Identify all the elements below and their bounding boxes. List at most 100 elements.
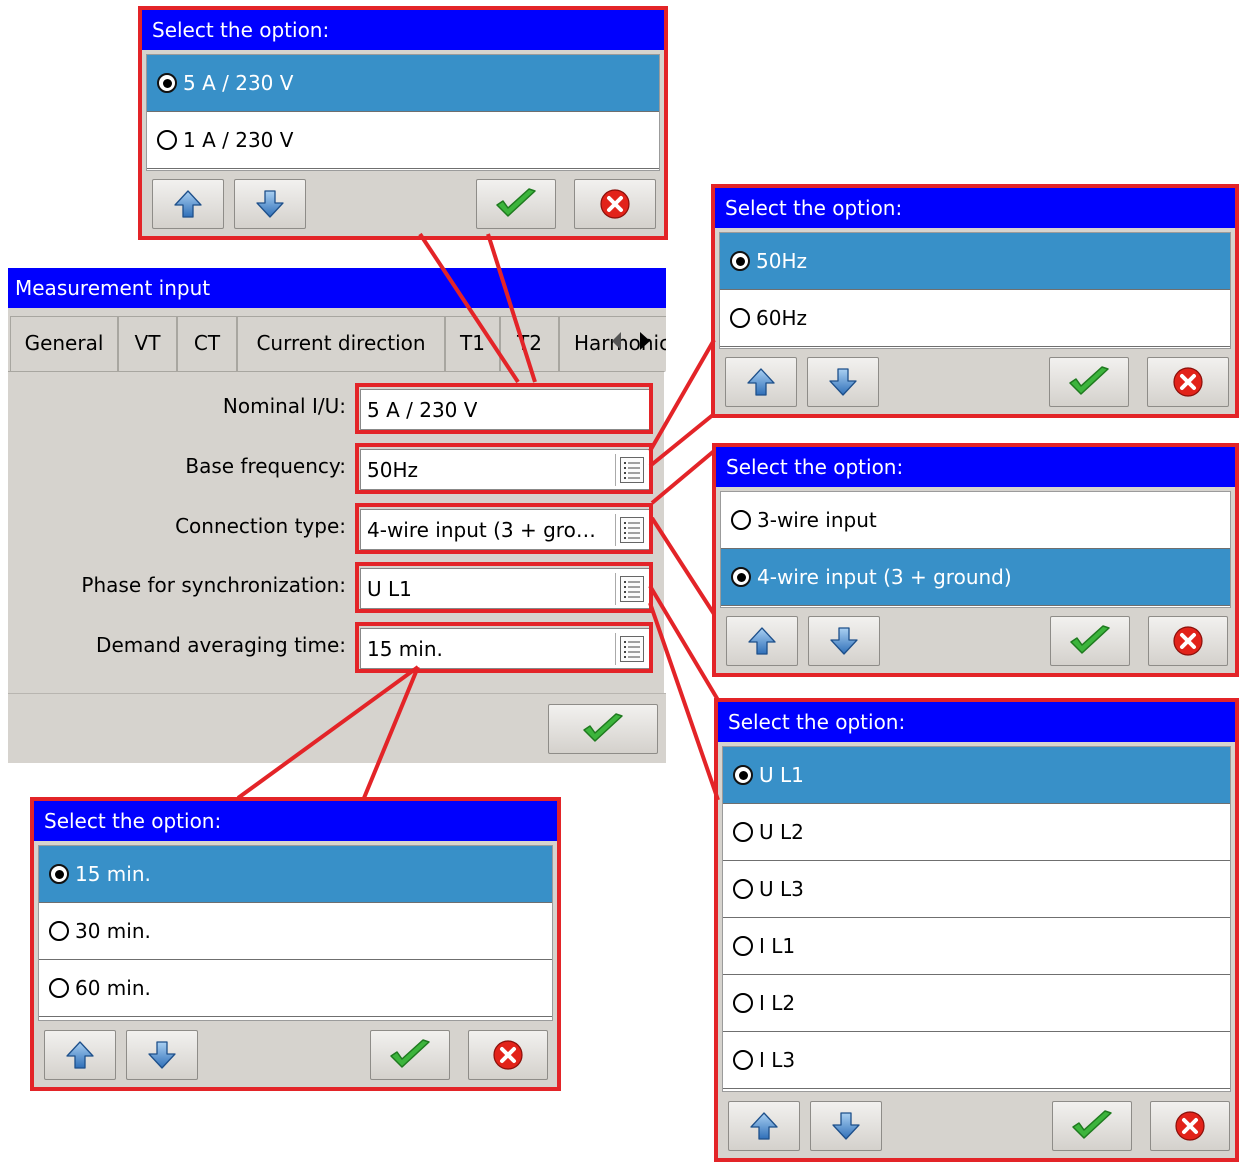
option-label: 60 min. (75, 976, 151, 1000)
option-u-l3[interactable]: U L3 (723, 861, 1230, 918)
phase-highlight (355, 562, 653, 613)
ok-button[interactable] (1052, 1101, 1132, 1151)
option-i-l2[interactable]: I L2 (723, 975, 1230, 1032)
ok-button[interactable] (1049, 357, 1129, 407)
option-label: 15 min. (75, 862, 151, 886)
option-label: 3-wire input (757, 508, 877, 532)
tab-vt[interactable]: VT (118, 316, 177, 371)
radio-selected-icon (730, 251, 750, 271)
ok-button[interactable] (1050, 616, 1130, 666)
ok-button[interactable] (370, 1030, 450, 1080)
option-label: 60Hz (756, 306, 807, 330)
nominal-label: Nominal I/U: (222, 394, 346, 418)
tab-general[interactable]: General (10, 316, 118, 371)
checkmark-icon (496, 188, 536, 217)
frequency-highlight (355, 443, 653, 494)
up-button[interactable] (728, 1101, 800, 1151)
cancel-button[interactable] (1148, 616, 1228, 666)
radio-selected-icon (49, 864, 69, 884)
down-button[interactable] (810, 1101, 882, 1151)
down-button[interactable] (126, 1030, 198, 1080)
tab-scroll-left-icon[interactable] (612, 332, 621, 350)
radio-icon (49, 978, 69, 998)
cancel-button[interactable] (1147, 357, 1229, 407)
option-list: U L1 U L2 U L3 I L1 I L2 I L3 (722, 746, 1231, 1092)
option-label: U L3 (759, 877, 804, 901)
cancel-icon (1173, 367, 1203, 397)
tab-ct[interactable]: CT (177, 316, 237, 371)
option-i-l1[interactable]: I L1 (723, 918, 1230, 975)
cancel-button[interactable] (574, 179, 656, 229)
option-label: I L2 (759, 991, 796, 1015)
dialog-buttons (715, 348, 1235, 414)
option-50hz[interactable]: 50Hz (720, 233, 1230, 290)
tab-bar: General VT CT Current direction T1 T2 Ha… (8, 308, 666, 371)
option-60hz[interactable]: 60Hz (720, 290, 1230, 347)
up-button[interactable] (152, 179, 224, 229)
ok-button[interactable] (548, 704, 658, 754)
radio-icon (730, 308, 750, 328)
option-label: 30 min. (75, 919, 151, 943)
radio-selected-icon (733, 765, 753, 785)
option-3-wire[interactable]: 3-wire input (721, 492, 1230, 549)
option-label: U L2 (759, 820, 804, 844)
cancel-icon (1175, 1111, 1205, 1141)
checkmark-icon (390, 1039, 430, 1068)
demand-highlight (355, 622, 653, 673)
checkmark-icon (1070, 625, 1110, 654)
radio-selected-icon (731, 567, 751, 587)
radio-icon (731, 510, 751, 530)
option-label: I L1 (759, 934, 796, 958)
option-60-min[interactable]: 60 min. (39, 960, 552, 1017)
frequency-dialog: Select the option: 50Hz 60Hz (711, 184, 1239, 418)
tab-t2[interactable]: T2 (500, 316, 559, 371)
option-15-min[interactable]: 15 min. (39, 846, 552, 903)
option-30-min[interactable]: 30 min. (39, 903, 552, 960)
dialog-title: Select the option: (142, 10, 664, 50)
nominal-dialog: Select the option: 5 A / 230 V 1 A / 230… (138, 6, 668, 240)
ok-button[interactable] (476, 179, 556, 229)
option-list: 3-wire input 4-wire input (3 + ground) (720, 491, 1231, 608)
cancel-icon (493, 1040, 523, 1070)
option-5a-230v[interactable]: 5 A / 230 V (147, 55, 659, 112)
up-button[interactable] (726, 616, 798, 666)
up-button[interactable] (44, 1030, 116, 1080)
checkmark-icon (1069, 366, 1109, 395)
option-u-l1[interactable]: U L1 (723, 747, 1230, 804)
dialog-title: Select the option: (34, 801, 557, 841)
tab-t1[interactable]: T1 (445, 316, 500, 371)
tab-scroll-right-icon[interactable] (640, 332, 650, 350)
radio-icon (733, 936, 753, 956)
dialog-buttons (716, 607, 1235, 673)
option-label: 5 A / 230 V (183, 71, 294, 95)
option-label: 4-wire input (3 + ground) (757, 565, 1012, 589)
option-list: 5 A / 230 V 1 A / 230 V (146, 54, 660, 171)
arrow-up-icon (66, 1041, 94, 1069)
tab-current-direction[interactable]: Current direction (237, 316, 445, 371)
nominal-highlight (355, 383, 653, 434)
option-i-l3[interactable]: I L3 (723, 1032, 1230, 1089)
up-button[interactable] (725, 357, 797, 407)
window-title: Measurement input (8, 268, 666, 308)
option-label: I L3 (759, 1048, 796, 1072)
option-label: 50Hz (756, 249, 807, 273)
radio-icon (733, 993, 753, 1013)
option-1a-230v[interactable]: 1 A / 230 V (147, 112, 659, 169)
cancel-button[interactable] (1150, 1101, 1230, 1151)
connection-highlight (355, 503, 653, 554)
phase-dialog: Select the option: U L1 U L2 U L3 I L1 I… (714, 698, 1239, 1162)
cancel-button[interactable] (468, 1030, 548, 1080)
option-4-wire[interactable]: 4-wire input (3 + ground) (721, 549, 1230, 606)
demand-dialog: Select the option: 15 min. 30 min. 60 mi… (30, 797, 561, 1091)
arrow-down-icon (829, 368, 857, 396)
arrow-up-icon (750, 1112, 778, 1140)
option-label: U L1 (759, 763, 804, 787)
down-button[interactable] (234, 179, 306, 229)
dialog-title: Select the option: (718, 702, 1235, 742)
arrow-down-icon (830, 627, 858, 655)
dialog-buttons (142, 170, 664, 236)
down-button[interactable] (808, 616, 880, 666)
down-button[interactable] (807, 357, 879, 407)
option-u-l2[interactable]: U L2 (723, 804, 1230, 861)
checkmark-icon (1072, 1110, 1112, 1139)
